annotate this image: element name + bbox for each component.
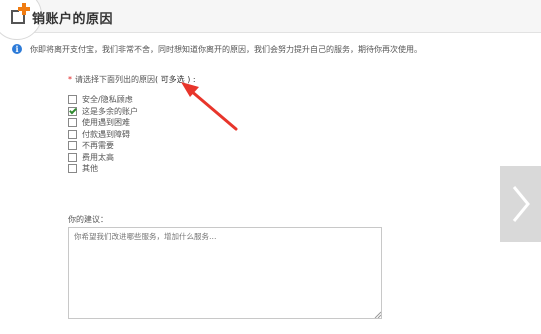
next-page-button[interactable] (500, 166, 541, 242)
suggestion-textarea[interactable] (68, 227, 382, 319)
chevron-right-icon (512, 186, 530, 222)
suggestion-label: 你的建议： (68, 215, 108, 224)
resize-grip-icon[interactable] (374, 311, 381, 318)
